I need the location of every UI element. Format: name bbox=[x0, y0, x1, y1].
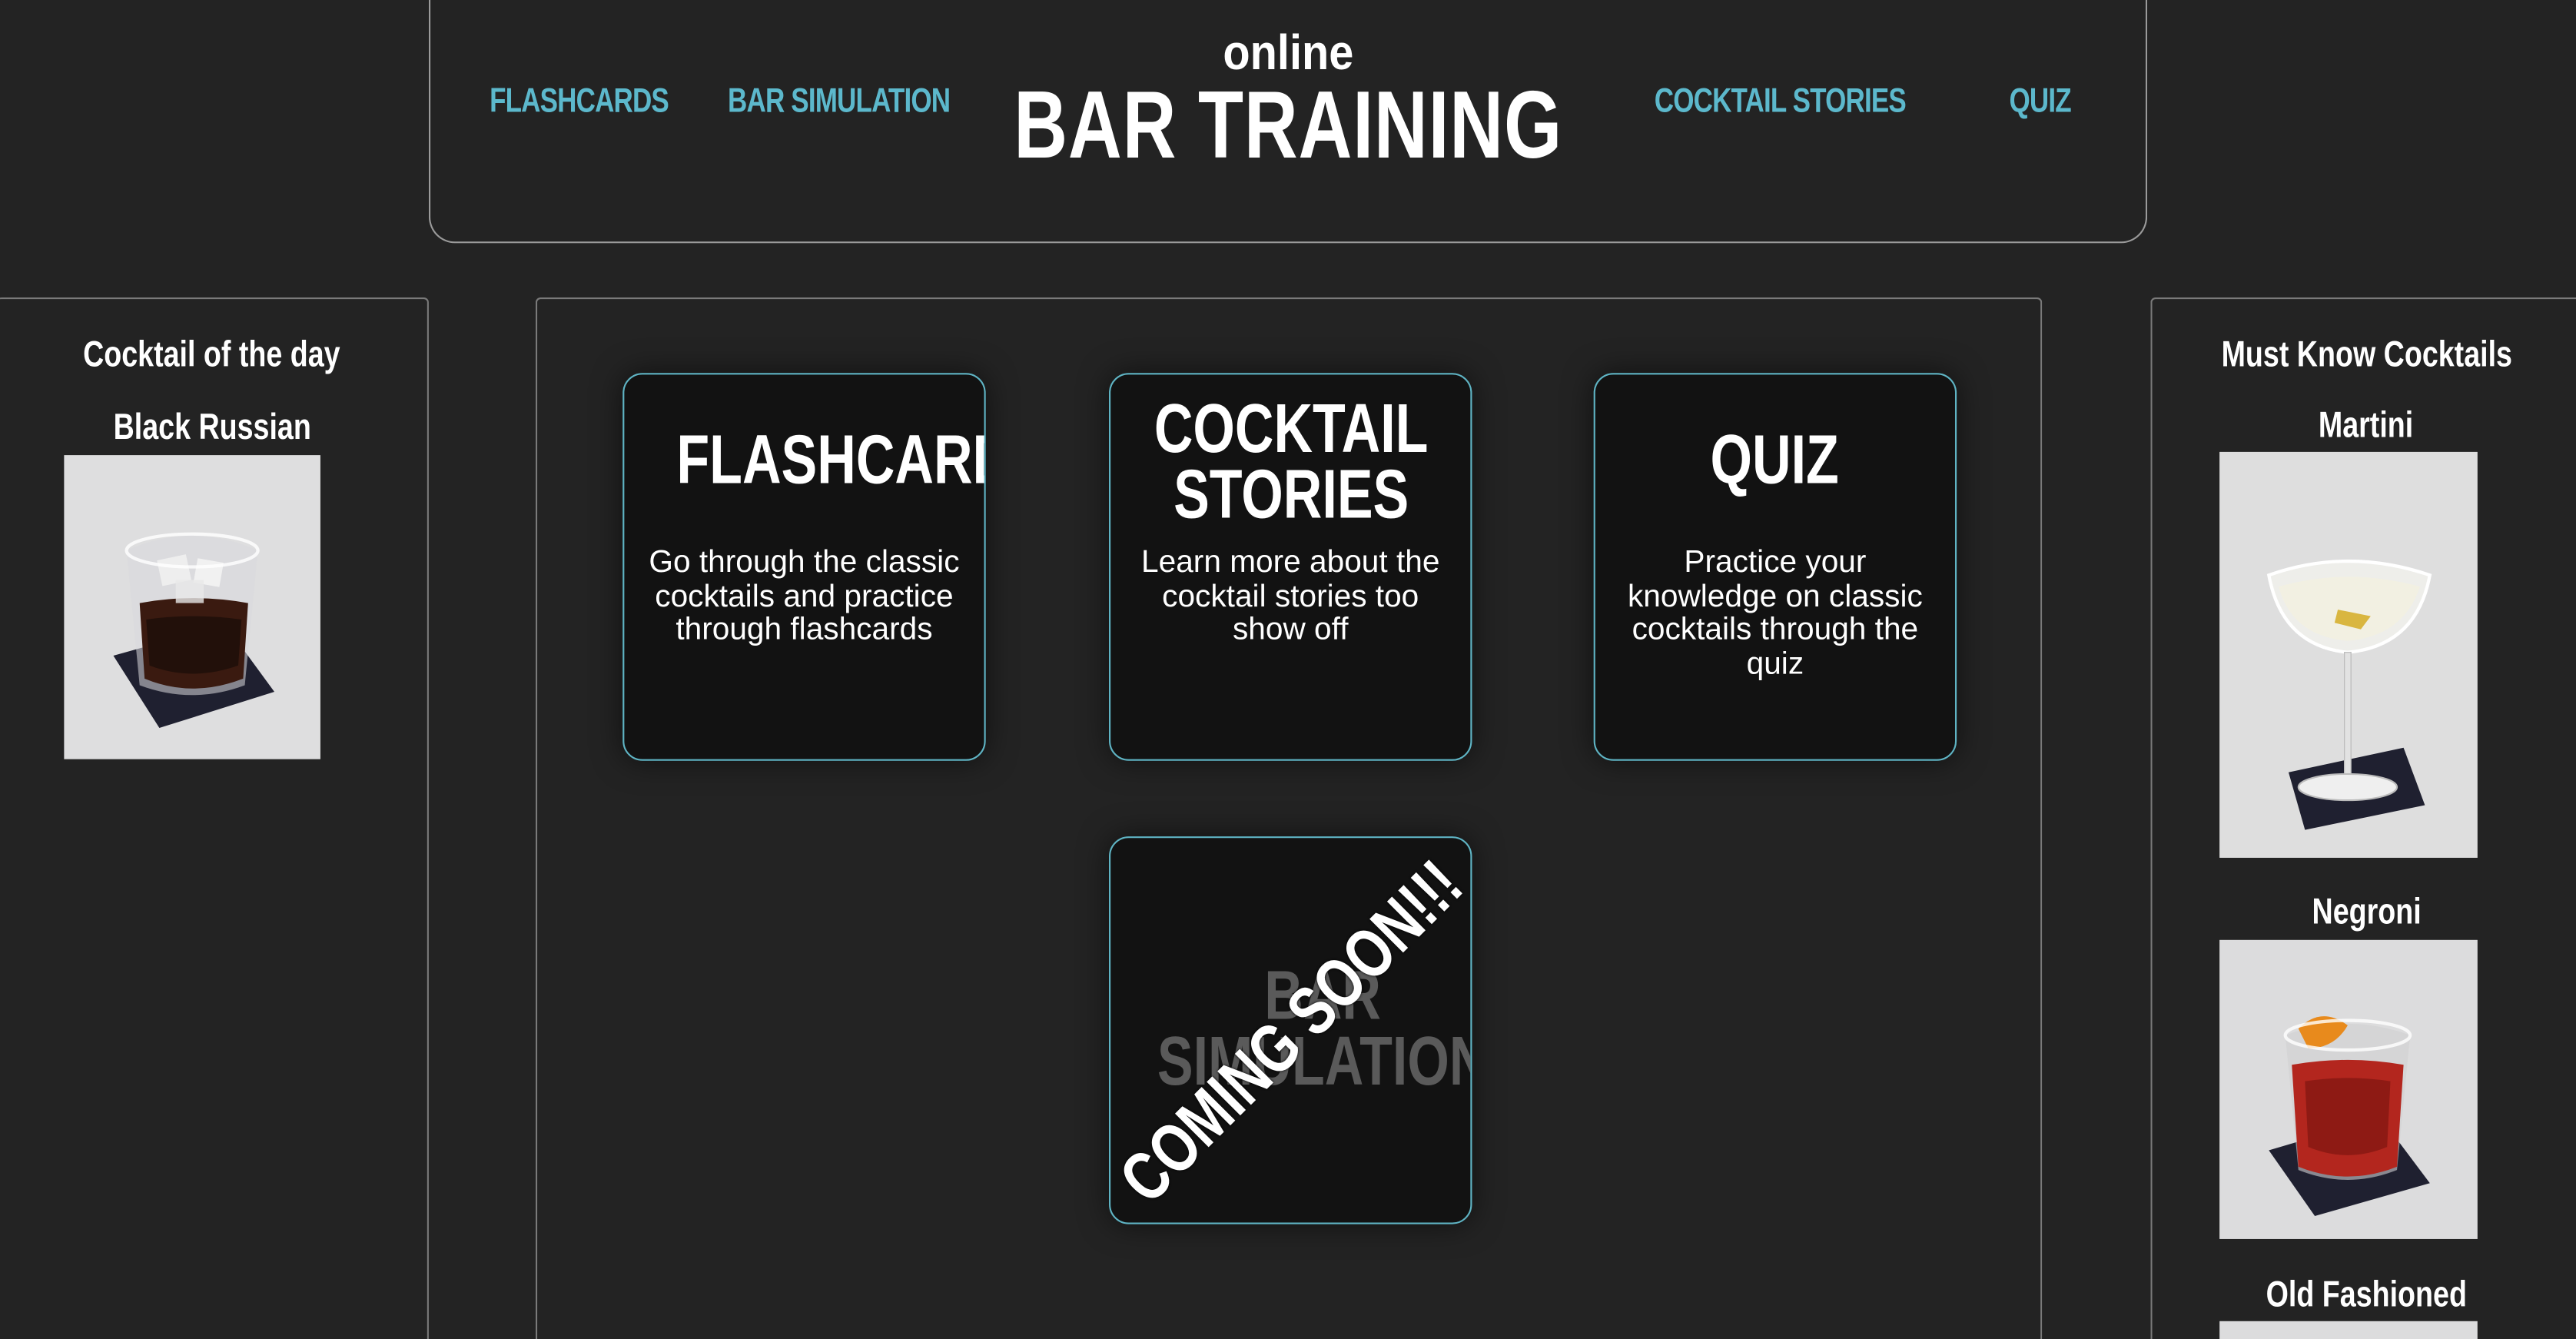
black-russian-image[interactable] bbox=[64, 455, 320, 759]
quiz-card-title: QUIZ bbox=[1711, 420, 1840, 498]
site-header: FLASHCARDS BAR SIMULATION online BAR TRA… bbox=[428, 0, 2148, 244]
quiz-card-text: Practice your knowledge on classic cockt… bbox=[1627, 545, 1923, 682]
cocktail-stories-card[interactable]: COCKTAIL STORIES Learn more about the co… bbox=[1109, 373, 1472, 761]
bar-simulation-card[interactable]: BAR SIMULATION COMING SOON!!! bbox=[1109, 836, 1472, 1224]
rocks-glass-icon bbox=[64, 455, 320, 759]
must-know-title: Must Know Cocktails bbox=[2221, 333, 2512, 375]
old-fashioned-label: Old Fashioned bbox=[2266, 1273, 2468, 1315]
flashcards-card-text: Go through the classic cocktails and pra… bbox=[649, 545, 960, 648]
cocktail-stories-card-title: COCKTAIL STORIES bbox=[1153, 389, 1428, 533]
rocks-glass-icon bbox=[2219, 939, 2478, 1239]
cocktail-of-the-day-title: Cocktail of the day bbox=[83, 333, 341, 375]
quiz-card[interactable]: QUIZ Practice your knowledge on classic … bbox=[1593, 373, 1957, 761]
negroni-label: Negroni bbox=[2312, 890, 2422, 932]
martini-image[interactable] bbox=[2219, 451, 2478, 858]
cocktail-stories-card-text: Learn more about the cocktail stories to… bbox=[1141, 545, 1440, 648]
old-fashioned-image[interactable] bbox=[2219, 1321, 2478, 1339]
page: FLASHCARDS BAR SIMULATION online BAR TRA… bbox=[0, 0, 2576, 1339]
cocktail-of-the-day-panel: Cocktail of the day Black Russian bbox=[0, 297, 429, 1339]
martini-label: Martini bbox=[2319, 404, 2415, 446]
must-know-cocktails-panel: Must Know Cocktails Martini Negroni Old … bbox=[2150, 297, 2576, 1339]
flashcards-card[interactable]: FLASHCARDS Go through the classic cockta… bbox=[622, 373, 986, 761]
main-panel: FLASHCARDS Go through the classic cockta… bbox=[535, 297, 2043, 1339]
negroni-image[interactable] bbox=[2219, 939, 2478, 1239]
flashcards-card-title: FLASHCARDS bbox=[676, 420, 984, 498]
cocktail-of-the-day-name: Black Russian bbox=[113, 406, 311, 447]
nav-cocktail-stories[interactable]: COCKTAIL STORIES bbox=[1655, 82, 1977, 121]
martini-glass-icon bbox=[2219, 451, 2478, 858]
nav-quiz[interactable]: QUIZ bbox=[2010, 82, 2089, 121]
